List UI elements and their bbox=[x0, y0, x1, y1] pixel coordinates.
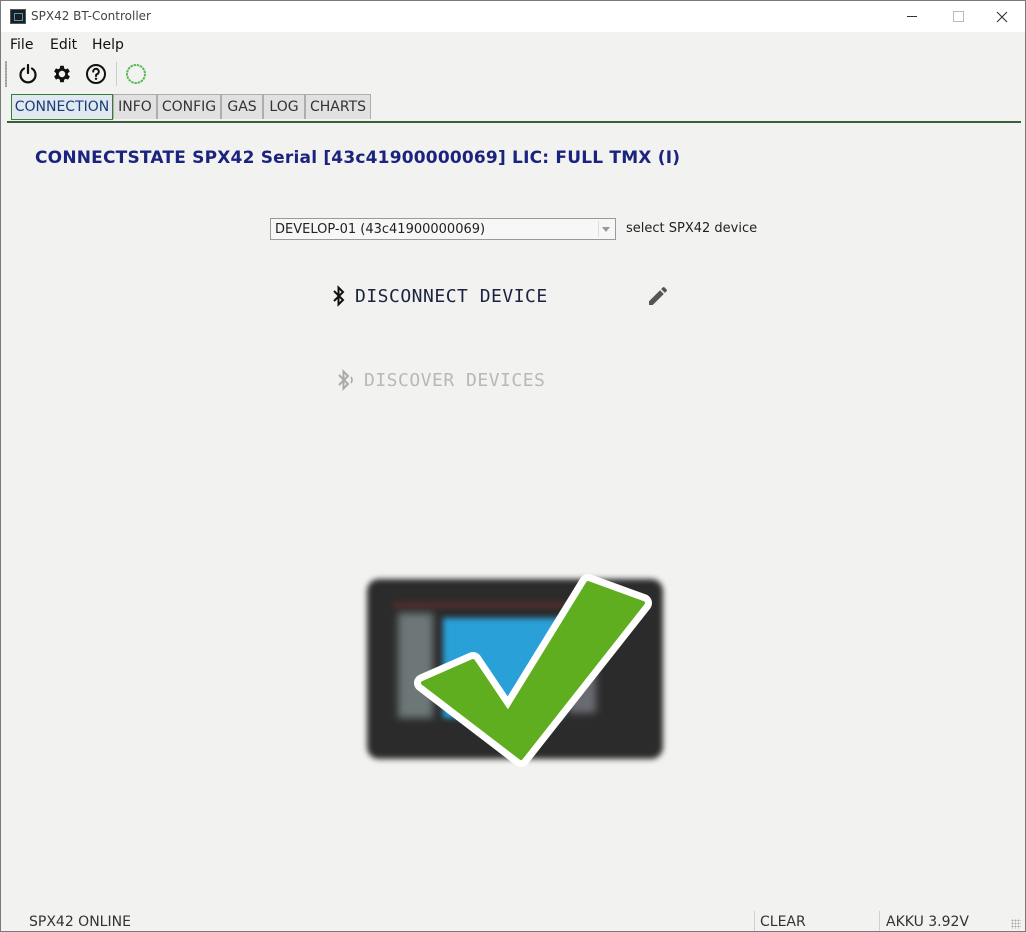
close-button[interactable] bbox=[979, 1, 1025, 32]
tab-charts[interactable]: CHARTS bbox=[305, 94, 371, 119]
device-select-label: select SPX42 device bbox=[626, 221, 758, 236]
status-separator bbox=[754, 911, 755, 931]
resize-grip[interactable] bbox=[1011, 919, 1021, 929]
tab-connection[interactable]: CONNECTION bbox=[11, 94, 113, 120]
close-icon bbox=[996, 11, 1008, 22]
device-select-value: DEVELOP-01 (43c41900000069) bbox=[275, 222, 486, 237]
status-online: SPX42 ONLINE bbox=[29, 914, 131, 930]
menu-file[interactable]: File bbox=[10, 37, 33, 53]
disconnect-device-button[interactable]: DISCONNECT DEVICE bbox=[331, 282, 548, 310]
device-select[interactable]: DEVELOP-01 (43c41900000069) bbox=[270, 218, 616, 240]
tab-gas[interactable]: GAS bbox=[221, 94, 263, 119]
menu-edit[interactable]: Edit bbox=[50, 37, 77, 53]
online-status-ring-icon bbox=[126, 64, 146, 84]
disconnect-device-label: DISCONNECT DEVICE bbox=[355, 285, 548, 307]
minimize-button[interactable] bbox=[889, 1, 935, 32]
minimize-icon bbox=[907, 16, 917, 17]
device-connected-image bbox=[363, 573, 669, 769]
toolbar-separator bbox=[116, 62, 117, 86]
menu-help[interactable]: Help bbox=[92, 37, 124, 53]
help-icon bbox=[86, 64, 106, 84]
bluetooth-icon bbox=[333, 285, 345, 307]
toolbar-grip[interactable] bbox=[5, 61, 7, 87]
online-status-indicator bbox=[123, 61, 149, 87]
status-separator bbox=[879, 911, 880, 931]
edit-device-name-button[interactable] bbox=[646, 284, 670, 308]
checkmark-icon bbox=[414, 574, 652, 767]
tab-underline bbox=[7, 121, 1021, 123]
menu-bar: File Edit Help bbox=[1, 32, 1025, 56]
status-akku: AKKU 3.92V bbox=[886, 914, 970, 930]
maximize-button[interactable] bbox=[935, 1, 981, 32]
status-clear: CLEAR bbox=[760, 914, 806, 930]
tab-info[interactable]: INFO bbox=[113, 94, 157, 119]
toolbar bbox=[1, 58, 1025, 90]
window-title: SPX42 BT-Controller bbox=[31, 9, 151, 23]
tab-log[interactable]: LOG bbox=[263, 94, 305, 119]
discover-devices-label: DISCOVER DEVICES bbox=[364, 369, 546, 391]
tab-bar: CONNECTION INFO CONFIG GAS LOG CHARTS bbox=[1, 94, 1025, 122]
bluetooth-search-icon bbox=[338, 369, 353, 391]
power-icon bbox=[19, 63, 37, 84]
chevron-down-icon[interactable] bbox=[598, 221, 613, 237]
settings-gear-icon bbox=[54, 65, 70, 83]
pencil-edit-icon bbox=[649, 286, 667, 305]
settings-button[interactable] bbox=[49, 61, 75, 87]
connection-status-title: CONNECTSTATE SPX42 Serial [43c4190000006… bbox=[35, 148, 681, 168]
discover-devices-button[interactable]: DISCOVER DEVICES bbox=[336, 366, 545, 394]
app-icon bbox=[10, 9, 26, 24]
tab-config[interactable]: CONFIG bbox=[157, 94, 221, 119]
help-button[interactable] bbox=[83, 61, 109, 87]
power-button[interactable] bbox=[15, 61, 41, 87]
status-bar: SPX42 ONLINE CLEAR AKKU 3.92V bbox=[1, 907, 1025, 931]
title-bar: SPX42 BT-Controller bbox=[1, 1, 1025, 32]
maximize-icon bbox=[952, 11, 964, 22]
main-window: SPX42 BT-Controller File Edit Help CONNE… bbox=[0, 0, 1026, 932]
